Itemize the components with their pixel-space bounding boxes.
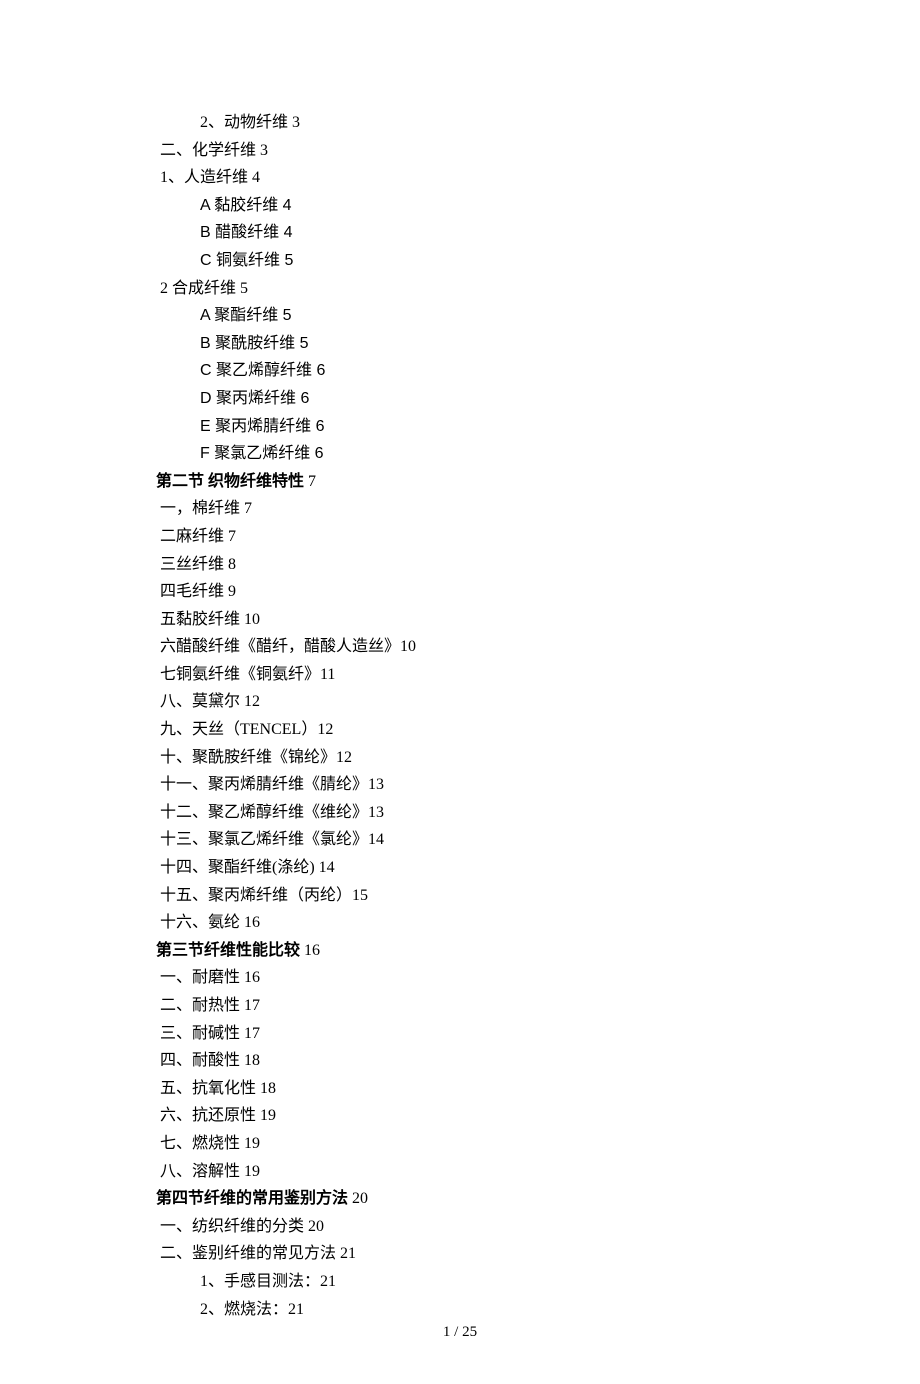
heading-text: 第二节 织物纤维特性 [156,473,304,490]
toc-item: 四、耐酸性 18 [160,1048,840,1074]
heading-text: 第三节纤维性能比较 [156,942,300,959]
toc-section-4: 一、纺织纤维的分类 20 二、鉴别纤维的常见方法 21 1、手感目测法：21 2… [160,1214,840,1322]
toc-pre-section: 2、动物纤维 3 二、化学纤维 3 1、人造纤维 4 A 黏胶纤维 4 B 醋酸… [160,110,840,467]
toc-item: 五、抗氧化性 18 [160,1076,840,1102]
toc-item: C 聚乙烯醇纤维 6 [160,358,840,384]
toc-item-text: A 黏胶纤维 4 [200,197,292,214]
page-number: 1 / 25 [0,1320,920,1344]
toc-section-2: 一，棉纤维 7 二麻纤维 7 三丝纤维 8 四毛纤维 9 五黏胶纤维 10 六醋… [160,496,840,936]
heading-text: 第四节纤维的常用鉴别方法 [156,1190,348,1207]
toc-item: 七、燃烧性 19 [160,1131,840,1157]
toc-item: A 聚酯纤维 5 [160,303,840,329]
section-2-heading: 第二节 织物纤维特性 7 [156,469,840,495]
toc-item: 六醋酸纤维《醋纤，醋酸人造丝》10 [160,634,840,660]
toc-item: 六、抗还原性 19 [160,1103,840,1129]
toc-item-text: A 聚酯纤维 5 [200,307,292,324]
toc-item: 十五、聚丙烯纤维（丙纶）15 [160,883,840,909]
toc-item: 二麻纤维 7 [160,524,840,550]
section-4-heading: 第四节纤维的常用鉴别方法 20 [156,1186,840,1212]
toc-item: 八、溶解性 19 [160,1159,840,1185]
heading-pagenum: 20 [348,1190,368,1207]
toc-item-text: C 聚乙烯醇纤维 6 [200,362,325,379]
toc-item: 八、莫黛尔 12 [160,689,840,715]
toc-item: C 铜氨纤维 5 [160,248,840,274]
toc-item-text: E 聚丙烯腈纤维 6 [200,418,324,435]
toc-item-text: B 聚酰胺纤维 5 [200,335,308,352]
toc-item: 一，棉纤维 7 [160,496,840,522]
toc-item: 一、纺织纤维的分类 20 [160,1214,840,1240]
toc-item: 十一、聚丙烯腈纤维《腈纶》13 [160,772,840,798]
heading-pagenum: 16 [300,942,320,959]
toc-item: 二、化学纤维 3 [160,138,840,164]
toc-item: B 聚酰胺纤维 5 [160,331,840,357]
toc-item: 2 合成纤维 5 [160,276,840,302]
toc-item: F 聚氯乙烯纤维 6 [160,441,840,467]
toc-item: 2、动物纤维 3 [160,110,840,136]
toc-item: 三、耐碱性 17 [160,1021,840,1047]
heading-pagenum: 7 [304,473,316,490]
toc-item: 十二、聚乙烯醇纤维《维纶》13 [160,800,840,826]
toc-item: 十、聚酰胺纤维《锦纶》12 [160,745,840,771]
toc-item: 十三、聚氯乙烯纤维《氯纶》14 [160,827,840,853]
toc-item: E 聚丙烯腈纤维 6 [160,414,840,440]
toc-item: 一、耐磨性 16 [160,965,840,991]
toc-item: 三丝纤维 8 [160,552,840,578]
toc-item: 七铜氨纤维《铜氨纤》11 [160,662,840,688]
toc-item: A 黏胶纤维 4 [160,193,840,219]
toc-item: 1、手感目测法：21 [160,1269,840,1295]
toc-item: 五黏胶纤维 10 [160,607,840,633]
toc-item: 2、燃烧法：21 [160,1297,840,1323]
section-3-heading: 第三节纤维性能比较 16 [156,938,840,964]
toc-item: 九、天丝（TENCEL）12 [160,717,840,743]
toc-item: 十四、聚酯纤维(涤纶) 14 [160,855,840,881]
toc-item: 二、鉴别纤维的常见方法 21 [160,1241,840,1267]
toc-item-text: F 聚氯乙烯纤维 6 [200,445,324,462]
toc-item-text: C 铜氨纤维 5 [200,252,293,269]
toc-item-text: D 聚丙烯纤维 6 [200,390,309,407]
toc-item-text: B 醋酸纤维 4 [200,224,292,241]
toc-item: 1、人造纤维 4 [160,165,840,191]
toc-item: 四毛纤维 9 [160,579,840,605]
toc-item: B 醋酸纤维 4 [160,220,840,246]
toc-item: 二、耐热性 17 [160,993,840,1019]
toc-section-3: 一、耐磨性 16 二、耐热性 17 三、耐碱性 17 四、耐酸性 18 五、抗氧… [160,965,840,1184]
toc-item: D 聚丙烯纤维 6 [160,386,840,412]
toc-item: 十六、氨纶 16 [160,910,840,936]
